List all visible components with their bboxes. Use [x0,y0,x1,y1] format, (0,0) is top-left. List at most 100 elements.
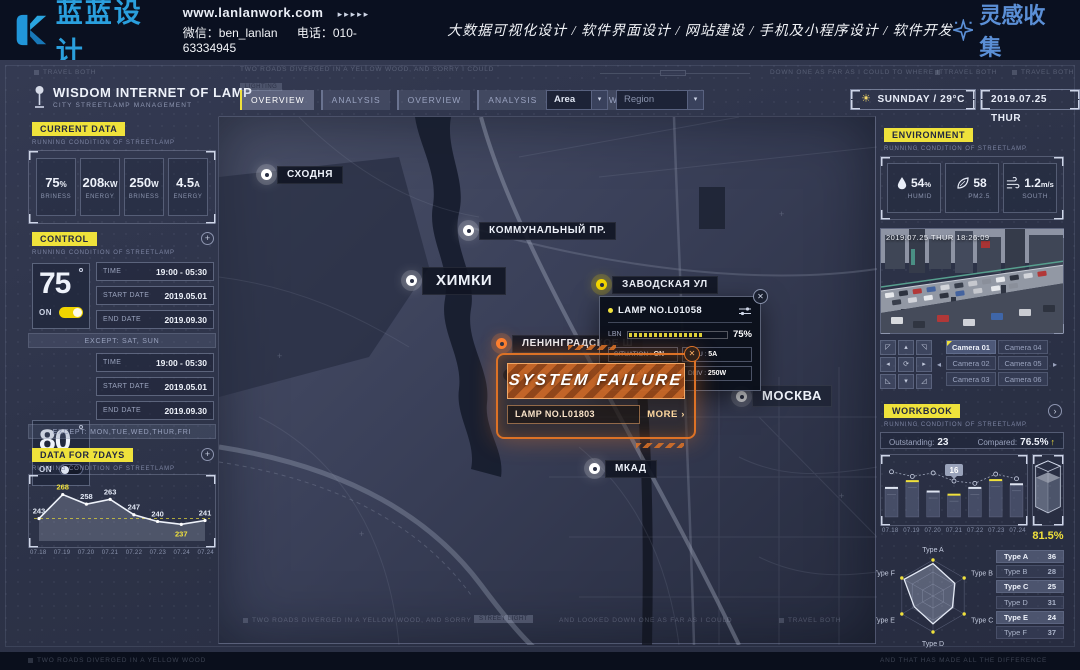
square-icon [935,70,940,75]
map-label-moskva[interactable]: МОСКВА [752,385,832,407]
wind-card: 1.2m/s SOUTH [1003,163,1057,213]
camera-button-6[interactable]: Camera 06 [998,372,1048,386]
svg-text:Type C: Type C [971,618,993,625]
map-pin-leningradskoe[interactable] [496,338,507,349]
x-axis-label: 07.20 [78,550,95,556]
except-bar-2: EXCEPT: MON,TUE,WED,THUR,FRI [28,424,216,439]
type-row-c[interactable]: Type C25 [996,580,1064,593]
end-date-row[interactable]: END DATE2019.09.30 [96,310,214,329]
failed-lamp-id: LAMP NO.L01803 [507,405,640,424]
type-row-f[interactable]: Type F37 [996,626,1064,639]
camera-button-4[interactable]: Camera 04 [998,340,1048,354]
spark-icon [953,19,974,41]
x-axis-label: 07.22 [126,550,143,556]
workbook-chart-panel: 16 [880,454,1028,526]
stat-card-energy: 208KW ENERGY [80,158,120,216]
arrow-up-icon: ↑ [1051,437,1056,447]
ticker-slider[interactable] [600,73,750,74]
tab-overview-2[interactable]: OVERVIEW [397,90,471,110]
camera-feed[interactable]: 2019.07.25 THUR 18:26:09 [880,228,1064,334]
map-pin-zavodskaya[interactable] [596,279,607,290]
lbn-bar-fill [629,333,702,337]
close-icon[interactable]: ✕ [753,289,768,304]
website-link[interactable]: www.lanlanwork.com [183,5,324,20]
close-icon[interactable]: ✕ [684,346,700,362]
svg-text:Type F: Type F [876,571,895,578]
ticker-item: TRAVEL BOTH [779,617,841,624]
stat-card-current: 4.5A ENERGY [168,158,208,216]
lamp-id: LAMP NO.L01058 [618,305,733,316]
arrow-down-left-icon[interactable]: ◺ [880,374,896,389]
arrow-down-icon[interactable]: ▾ [898,374,914,389]
stat-card-power: 250W BRINESS [124,158,164,216]
add-schedule-button[interactable]: + [201,232,214,245]
start-date-row[interactable]: START DATE2019.05.01 [96,377,214,396]
camera-button-1[interactable]: Camera 01 [946,340,996,354]
ticker-item: TRAVEL BOTH [935,69,997,76]
time-row[interactable]: TIME19:00 - 05:30 [96,262,214,281]
city-map[interactable]: ++++ СХОДНЯ КОММУНАЛЬНЫЙ ПР. ХИМКИ ЗАВОД… [218,116,876,644]
type-row-d[interactable]: Type D31 [996,596,1064,609]
camera-button-3[interactable]: Camera 03 [946,372,996,386]
panel-subtitle: RUNNING CONDITION OF STREETLAMP [884,422,1027,428]
camera-list-prev-icon[interactable]: ◂ [937,360,941,369]
streetlamp-icon [32,85,47,109]
more-button[interactable]: MORE › [647,409,685,420]
type-row-e[interactable]: Type E24 [996,611,1064,624]
map-label-kommunalny[interactable]: КОММУНАЛЬНЫЙ ПР. [479,222,616,240]
tab-analysis-1[interactable]: ANALYSIS [321,90,390,110]
map-pin-moskva[interactable] [736,391,747,402]
area-select[interactable]: Area ▾ [546,90,608,110]
x-axis-label: 07.24 [174,550,191,556]
sliders-icon[interactable] [738,306,752,316]
arrow-down-right-icon[interactable]: ◿ [916,374,932,389]
footer-text-left: TWO ROADS DIVERGED IN A YELLOW WOOD [28,657,206,664]
tab-overview-1[interactable]: OVERVIEW [240,90,314,110]
collect-button[interactable]: 灵感收集 [953,0,1062,62]
degree-mark-icon [79,268,83,272]
camera-list: Camera 01 Camera 04 Camera 02 Camera 05 … [946,340,1048,386]
arrow-up-icon[interactable]: ▴ [898,340,914,355]
arrow-right-icon[interactable]: ▸ [916,357,932,372]
svg-text:247: 247 [128,503,141,512]
camera-button-5[interactable]: Camera 05 [998,356,1048,370]
type-row-a[interactable]: Type A36 [996,550,1064,563]
ticker-item: DOWN ONE AS FAR AS I COULD TO WHERE IT [770,69,944,76]
svg-text:16: 16 [950,466,959,475]
ticker-item: AND LOOKED DOWN ONE AS FAR AS I COULD [559,617,732,624]
map-pin-kommunalny[interactable] [463,225,474,236]
footer-text-right: AND THAT HAS MADE ALL THE DIFFERENCE [880,657,1047,664]
type-row-b[interactable]: Type B28 [996,565,1064,578]
square-icon [34,70,39,75]
chevron-down-icon: ▾ [591,91,607,109]
camera-list-next-icon[interactable]: ▸ [1053,360,1057,369]
dim-level-box-1: 75 ON [32,263,90,329]
region-select[interactable]: Region ▾ [616,90,704,110]
tab-analysis-2[interactable]: ANALYSIS [477,90,546,110]
arrow-left-icon[interactable]: ◂ [880,357,896,372]
square-icon [1012,70,1017,75]
refresh-icon[interactable]: ⟳ [898,357,914,372]
schedule-toggle-1[interactable] [59,307,83,318]
map-pin-khimki[interactable] [406,275,417,286]
pm25-card: 58 PM2.5 [945,163,999,213]
expand-week-chart-button[interactable]: + [201,448,214,461]
map-label-khimki[interactable]: ХИМКИ [422,267,506,295]
map-pin-mkad[interactable] [589,463,600,474]
arrow-up-left-icon[interactable]: ◸ [880,340,896,355]
time-row[interactable]: TIME19:00 - 05:30 [96,353,214,372]
start-date-row[interactable]: START DATE2019.05.01 [96,286,214,305]
map-label-mkad[interactable]: МКАД [605,460,657,478]
camera-button-2[interactable]: Camera 02 [946,356,996,370]
arrow-up-right-icon[interactable]: ◹ [916,340,932,355]
map-label-skhodnya[interactable]: СХОДНЯ [277,166,343,184]
map-pin-skhodnya[interactable] [261,169,272,180]
lbn-label: LBN [608,331,622,338]
workbook-stats: Outstanding:23 Compared:76.5%↑ [880,432,1064,449]
workbook-more-button[interactable]: › [1048,404,1062,418]
end-date-row[interactable]: END DATE2019.09.30 [96,401,214,420]
wind-icon [1006,177,1020,190]
panel-title-week-chart: DATA FOR 7DAYS [32,448,133,462]
brightness-bar[interactable] [627,331,728,339]
map-label-zavodskaya[interactable]: ЗАВОДСКАЯ УЛ [612,276,718,294]
